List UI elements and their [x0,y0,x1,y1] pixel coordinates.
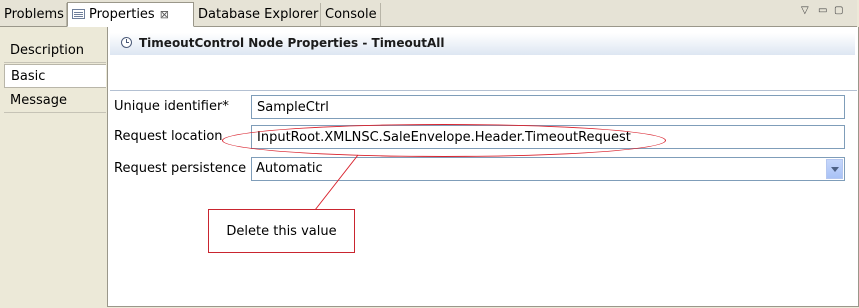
tab-label: Problems [4,7,64,22]
view-menu-icon[interactable]: ▽ [801,5,809,16]
category-label: Message [10,93,67,108]
category-message[interactable]: Message [4,89,106,113]
properties-header: TimeoutControl Node Properties - Timeout… [110,33,855,55]
tab-label: Database Explorer [198,7,319,22]
property-category-list: Description Basic Message [0,27,107,308]
category-description[interactable]: Description [4,39,106,63]
chevron-down-icon[interactable] [826,159,843,179]
properties-icon [72,9,85,19]
request-location-label: Request location [114,129,223,144]
category-label: Description [10,43,85,58]
close-icon[interactable]: ⊠ [160,8,169,21]
minimize-icon[interactable]: ▭ [818,5,827,16]
tab-label: Console [325,7,377,22]
unique-identifier-label: Unique identifier* [114,99,229,114]
category-label: Basic [11,69,46,84]
callout-pointer [314,154,359,211]
page-title: TimeoutControl Node Properties - Timeout… [139,36,445,50]
tab-properties[interactable]: Properties ⊠ [67,2,194,27]
header-divider [110,90,857,91]
view-tab-bar: Problems Properties ⊠ Database Explorer C… [0,0,857,27]
callout-text: Delete this value [226,224,337,239]
category-basic[interactable]: Basic [4,64,106,88]
highlight-ellipse [222,124,666,157]
request-persistence-label: Request persistence [114,161,247,176]
maximize-icon[interactable]: ▢ [834,5,843,16]
tab-console[interactable]: Console [321,3,381,26]
tab-problems[interactable]: Problems [0,3,67,26]
tab-label: Properties [89,7,155,22]
annotation-callout: Delete this value [208,209,355,253]
clock-icon [121,37,132,48]
tab-database-explorer[interactable]: Database Explorer [194,3,321,26]
unique-identifier-field[interactable] [251,95,845,119]
